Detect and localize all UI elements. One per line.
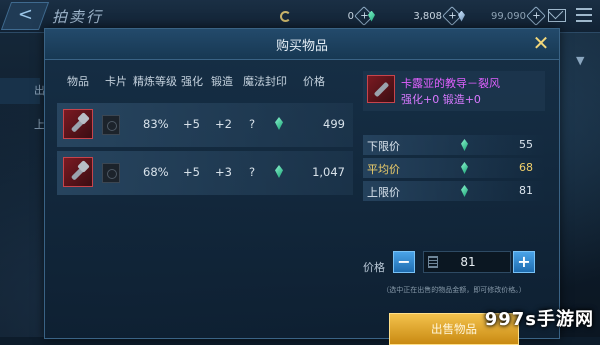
col-item: 物品 <box>67 75 89 88</box>
coin-icon <box>280 10 291 22</box>
gem-amount: 3,808 <box>413 10 442 22</box>
dropdown-arrow-icon[interactable]: ▼ <box>576 54 584 67</box>
item-hammer-icon <box>367 75 395 103</box>
dialog-title: 购买物品 <box>275 39 328 54</box>
page-title: 拍卖行 <box>52 8 104 26</box>
table-header: 物品 卡片 精炼等级 强化 锻造 魔法封印 价格 <box>57 69 353 91</box>
card-slot-icon <box>102 163 120 183</box>
item-hammer-icon <box>63 109 93 139</box>
diamond-icon <box>458 10 465 22</box>
col-card: 卡片 <box>105 75 127 88</box>
price-value: 1,047 <box>312 165 345 179</box>
close-icon[interactable]: ✕ <box>531 33 551 53</box>
increase-price-button[interactable]: + <box>513 251 535 273</box>
side-tab-sell[interactable]: 出 <box>0 78 45 104</box>
enhance-value: +5 <box>183 165 200 179</box>
currency-gem: 3,808 + <box>368 6 462 26</box>
item-stats: 强化+0 锻造+0 <box>401 93 481 106</box>
col-forge: 锻造 <box>211 75 233 88</box>
refine-value: 68% <box>143 165 169 179</box>
back-button[interactable]: < <box>0 2 50 30</box>
side-tab-listed[interactable]: 上 <box>0 112 45 138</box>
dialog-header: 购买物品 ✕ <box>45 29 559 60</box>
item-detail: 卡露亚的教导－裂风 强化+0 锻造+0 <box>363 71 545 111</box>
item-list: 物品 卡片 精炼等级 强化 锻造 魔法封印 价格 83% +5 +2 ? 499… <box>57 69 353 329</box>
min-price-label: 下限价 <box>367 140 400 153</box>
table-row[interactable]: 83% +5 +2 ? 499 <box>57 103 353 147</box>
gem-icon <box>461 185 468 197</box>
mail-icon[interactable] <box>548 9 566 22</box>
max-price-value: 81 <box>519 184 533 197</box>
menu-icon[interactable] <box>576 8 592 22</box>
price-input-value: 81 <box>460 255 476 269</box>
avg-price-label: 平均价 <box>367 163 400 176</box>
currency-coin: 0 + <box>280 6 374 26</box>
avg-price-value: 68 <box>519 161 533 174</box>
decrease-price-button[interactable]: − <box>393 251 415 273</box>
buy-item-dialog: 购买物品 ✕ 物品 卡片 精炼等级 强化 锻造 魔法封印 价格 83% +5 +… <box>44 28 560 345</box>
min-price-row: 下限价 55 <box>363 135 545 155</box>
gem-icon <box>368 10 375 22</box>
gem-icon <box>461 162 468 174</box>
currency-diamond: 99,090 + <box>458 6 546 26</box>
forge-value: +2 <box>215 117 232 131</box>
item-hammer-icon <box>63 157 93 187</box>
gem-icon <box>275 117 283 130</box>
card-slot-icon <box>102 115 120 135</box>
coin-amount: 0 <box>347 10 354 22</box>
max-price-label: 上限价 <box>367 186 400 199</box>
col-seal: 魔法封印 <box>243 75 287 88</box>
refine-value: 83% <box>143 117 169 131</box>
table-row[interactable]: 68% +5 +3 ? 1,047 <box>57 151 353 195</box>
col-refine: 精炼等级 <box>133 75 177 88</box>
back-arrow-icon: < <box>17 4 33 25</box>
seal-value: ? <box>249 165 256 179</box>
forge-value: +3 <box>215 165 232 179</box>
avg-price-row: 平均价 68 <box>363 158 545 178</box>
price-value: 499 <box>323 117 345 131</box>
col-price: 价格 <box>303 75 325 88</box>
price-input[interactable]: 81 <box>423 251 511 273</box>
gem-icon <box>275 165 283 178</box>
seal-value: ? <box>249 117 256 131</box>
item-name: 卡露亚的教导－裂风 <box>401 77 500 90</box>
diamond-amount: 99,090 <box>491 10 526 22</box>
max-price-row: 上限价 81 <box>363 181 545 201</box>
watermark: 997s手游网 <box>484 309 594 330</box>
gem-icon <box>461 139 468 151</box>
enhance-value: +5 <box>183 117 200 131</box>
price-hint: （选中正在出售的物品金额，即可修改价格。） <box>382 286 526 294</box>
price-label: 价格 <box>363 261 385 274</box>
min-price-value: 55 <box>519 138 533 151</box>
add-diamond-button[interactable]: + <box>526 6 546 26</box>
col-enhance: 强化 <box>181 75 203 88</box>
